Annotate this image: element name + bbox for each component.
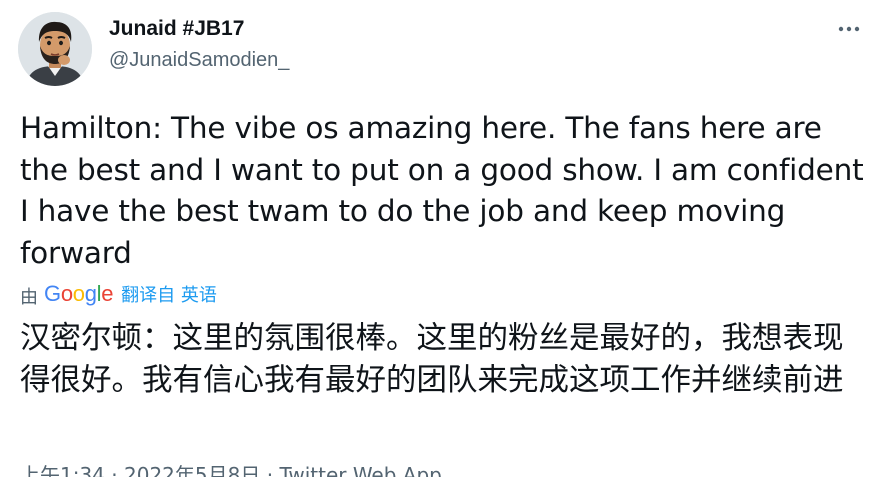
author-display-name[interactable]: Junaid #JB17: [109, 16, 244, 42]
tweet-metadata: 上午1:34 · 2022年5月8日 · Twitter Web App: [20, 462, 442, 477]
bitmoji-avatar-icon: [18, 12, 92, 86]
tweet-card: Junaid #JB17 @JunaidSamodien_ Hamilton: …: [0, 0, 878, 477]
translation-source-link[interactable]: 翻译自 英语: [121, 281, 217, 307]
avatar[interactable]: [18, 12, 92, 86]
tweet-time[interactable]: 上午1:34: [20, 463, 105, 477]
tweet-text: Hamilton: The vibe os amazing here. The …: [20, 111, 864, 270]
tweet-source[interactable]: Twitter Web App: [279, 463, 441, 477]
translated-by-label: 由: [20, 287, 38, 308]
translated-tweet-text: 汉密尔顿：这里的氛围很棒。这里的粉丝是最好的，我想表现得很好。我有信心我有最好的…: [20, 321, 844, 398]
google-logo: Google: [44, 281, 114, 306]
tweet-date[interactable]: 2022年5月8日: [124, 463, 260, 477]
meta-separator: ·: [266, 463, 274, 477]
more-options-button[interactable]: [834, 16, 864, 42]
translation-attribution: 由 Google 翻译自 英语: [20, 280, 217, 308]
author-handle[interactable]: @JunaidSamodien_: [109, 47, 289, 73]
more-horizontal-icon: [838, 26, 860, 32]
meta-separator: ·: [111, 463, 118, 477]
